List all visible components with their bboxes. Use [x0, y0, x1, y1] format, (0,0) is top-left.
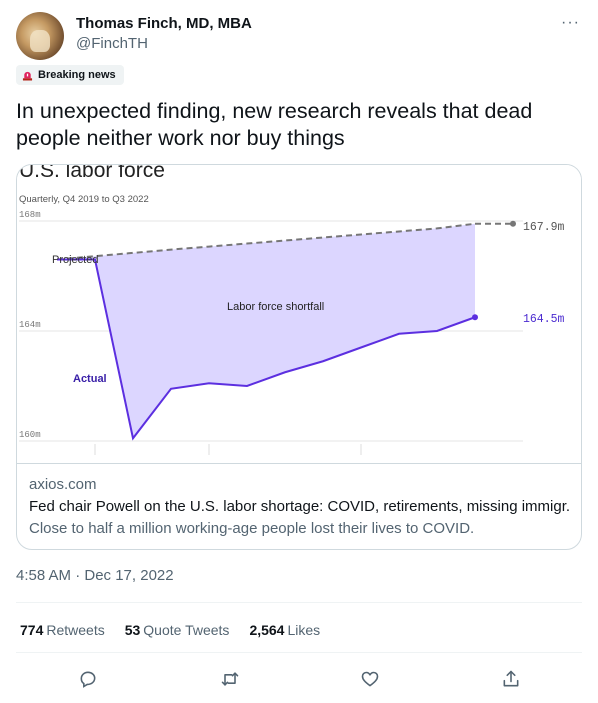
badge-label: Breaking news: [38, 69, 116, 81]
like-button[interactable]: [355, 664, 385, 694]
card-meta: axios.com Fed chair Powell on the U.S. l…: [17, 463, 581, 549]
card-image: U.S. labor force Quarterly, Q4 2019 to Q…: [17, 165, 581, 463]
avatar[interactable]: [16, 12, 64, 60]
card-title[interactable]: Fed chair Powell on the U.S. labor short…: [29, 498, 569, 515]
shortfall-area: [57, 223, 475, 439]
card-domain: axios.com: [29, 476, 97, 493]
author-name[interactable]: Thomas Finch, MD, MBA: [76, 15, 252, 32]
share-icon: [503, 670, 519, 687]
y-tick-label: 160m: [19, 430, 41, 440]
shortfall-label: Labor force shortfall: [227, 301, 324, 313]
actual-end-label: 164.5m: [523, 313, 565, 326]
retweet-button[interactable]: [215, 664, 245, 694]
more-options-icon[interactable]: ···: [561, 14, 580, 32]
like-icon: [361, 671, 379, 687]
divider: [16, 602, 582, 603]
likes-label: Likes: [287, 622, 321, 638]
reply-icon: [80, 671, 96, 688]
card-description: Close to half a million working-age peop…: [29, 520, 475, 537]
engagement-stats: 774 Retweets 53 Quote Tweets 2,564 Likes: [20, 622, 320, 638]
share-button[interactable]: [496, 664, 526, 694]
retweets-label: Retweets: [46, 622, 105, 638]
quotes-count: 53: [124, 622, 141, 638]
likes-count: 2,564: [249, 622, 285, 638]
link-card[interactable]: U.S. labor force Quarterly, Q4 2019 to Q…: [16, 164, 582, 550]
chart-title: U.S. labor force: [19, 165, 165, 182]
divider: [16, 652, 582, 653]
actual-series-label: Actual: [73, 373, 107, 385]
likes-stat[interactable]: 2,564 Likes: [249, 622, 320, 638]
author-handle[interactable]: @FinchTH: [76, 35, 252, 52]
labor-force-chart: U.S. labor force Quarterly, Q4 2019 to Q…: [19, 165, 565, 455]
author-block: Thomas Finch, MD, MBA @FinchTH: [76, 15, 252, 52]
retweets-stat[interactable]: 774 Retweets: [20, 622, 105, 638]
chart-subtitle: Quarterly, Q4 2019 to Q3 2022: [19, 194, 149, 205]
tweet-text: In unexpected finding, new research reve…: [16, 99, 533, 150]
y-tick-label: 164m: [19, 320, 41, 330]
quotes-label: Quote Tweets: [143, 622, 230, 638]
action-bar: [16, 664, 582, 694]
projected-end-point: [510, 220, 516, 227]
quotes-stat[interactable]: 53 Quote Tweets: [125, 622, 230, 638]
actual-end-point: [472, 314, 478, 321]
timestamp[interactable]: 4:58 AM · Dec 17, 2022: [16, 567, 174, 584]
retweets-count: 774: [20, 622, 44, 638]
projected-end-label: 167.9m: [523, 221, 565, 234]
projected-series-label: Projected: [52, 254, 98, 266]
y-tick-label: 168m: [19, 210, 41, 220]
reply-button[interactable]: [73, 664, 103, 694]
breaking-news-badge[interactable]: Breaking news: [16, 65, 124, 85]
retweet-icon: [221, 672, 239, 686]
siren-icon: [22, 71, 33, 81]
